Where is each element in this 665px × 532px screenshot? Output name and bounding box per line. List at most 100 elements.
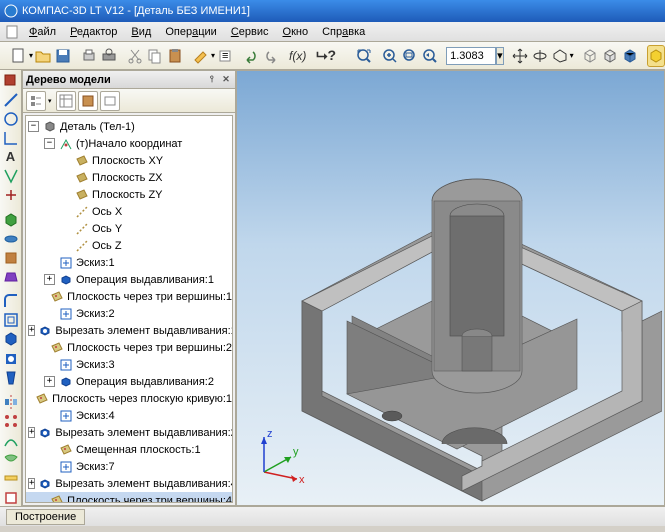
- tree-mode-2-button[interactable]: [56, 91, 76, 111]
- panel-header: Дерево модели ⫯ ✕: [23, 71, 235, 89]
- zoom-input[interactable]: [446, 47, 496, 65]
- menu-operations[interactable]: Операции: [158, 24, 223, 40]
- tree-item-9[interactable]: Эскиз:4: [26, 407, 232, 424]
- tree-item-11[interactable]: Смещенная плоскость:1: [26, 441, 232, 458]
- curve-tool[interactable]: [2, 432, 20, 449]
- zoom-window-button[interactable]: [401, 45, 419, 67]
- zoom-dropdown-button[interactable]: ▾: [496, 47, 504, 65]
- new-doc-button[interactable]: [10, 45, 28, 67]
- title-bar: КОМПАС-3D LT V12 - [Деталь БЕЗ ИМЕНИ1]: [0, 0, 665, 22]
- tree-item-3[interactable]: Эскиз:2: [26, 305, 232, 322]
- pattern-tool[interactable]: [2, 413, 20, 430]
- tree-plane-5[interactable]: Ось Z: [26, 237, 232, 254]
- tree-item-1[interactable]: +Операция выдавливания:1: [26, 271, 232, 288]
- panel-pin-button[interactable]: ⫯: [206, 74, 218, 86]
- tree-item-4[interactable]: +Вырезать элемент выдавливания:1: [26, 322, 232, 339]
- menu-window[interactable]: Окно: [276, 24, 316, 40]
- tree-item-7[interactable]: +Операция выдавливания:2: [26, 373, 232, 390]
- edit-tool[interactable]: [2, 72, 20, 89]
- zoom-in-button[interactable]: [381, 45, 399, 67]
- tree-item-10[interactable]: +Вырезать элемент выдавливания:2: [26, 424, 232, 441]
- tree-mode-4-button[interactable]: [100, 91, 120, 111]
- fillet-tool[interactable]: [2, 293, 20, 310]
- svg-text:≡: ≡: [222, 50, 228, 62]
- left-toolbar: A: [0, 70, 22, 506]
- hidden-lines-button[interactable]: [601, 45, 619, 67]
- tree-plane-2[interactable]: Плоскость ZY: [26, 186, 232, 203]
- copy-button[interactable]: [146, 45, 164, 67]
- rotate-button[interactable]: [531, 45, 549, 67]
- revolve-tool[interactable]: [2, 230, 20, 247]
- panel-toolbar: ▾: [23, 89, 235, 113]
- svg-text:y: y: [293, 446, 299, 458]
- main-toolbar: ▾ ▾ ≡ f(x) ⮡? ▾ ▾: [0, 42, 665, 70]
- tree-item-6[interactable]: Эскиз:3: [26, 356, 232, 373]
- help-pointer-button[interactable]: ⮡?: [315, 45, 337, 67]
- status-bar: Построение: [0, 506, 665, 526]
- menu-bar: Файл Редактор Вид Операции Сервис Окно С…: [0, 22, 665, 42]
- model-tree[interactable]: −Деталь (Тел-1)−(т)Начало координатПлоск…: [25, 115, 233, 503]
- loft-tool[interactable]: [2, 268, 20, 285]
- mirror-tool[interactable]: [2, 394, 20, 411]
- menu-file[interactable]: Файл: [22, 24, 63, 40]
- menu-service[interactable]: Сервис: [224, 24, 276, 40]
- surface-tool[interactable]: [2, 451, 20, 468]
- menu-help[interactable]: Справка: [315, 24, 372, 40]
- tree-item-8[interactable]: Плоскость через плоскую кривую:1: [26, 390, 232, 407]
- sketch-tool[interactable]: [2, 489, 20, 506]
- shell-tool[interactable]: [2, 312, 20, 329]
- orient-button[interactable]: [551, 45, 569, 67]
- menu-edit[interactable]: Редактор: [63, 24, 124, 40]
- open-button[interactable]: [34, 45, 52, 67]
- zoom-fit-button[interactable]: [355, 45, 373, 67]
- svg-text:x: x: [299, 474, 305, 486]
- tree-item-0[interactable]: Эскиз:1: [26, 254, 232, 271]
- window-title: КОМПАС-3D LT V12 - [Деталь БЕЗ ИМЕНИ1]: [22, 5, 250, 17]
- tree-item-5[interactable]: Плоскость через три вершины:2: [26, 339, 232, 356]
- move-button[interactable]: [511, 45, 529, 67]
- arc-tool[interactable]: [2, 129, 20, 146]
- 3d-viewport[interactable]: x y z: [236, 70, 665, 506]
- menu-view[interactable]: Вид: [124, 24, 158, 40]
- perspective-button[interactable]: [647, 45, 665, 67]
- status-mode: Построение: [6, 509, 85, 525]
- tree-plane-4[interactable]: Ось Y: [26, 220, 232, 237]
- symbol-tool[interactable]: [2, 186, 20, 203]
- undo-button[interactable]: [242, 45, 260, 67]
- shaded-button[interactable]: [621, 45, 639, 67]
- zoom-prev-button[interactable]: [421, 45, 439, 67]
- measure-tool[interactable]: [2, 470, 20, 487]
- variables-button[interactable]: ≡: [216, 45, 234, 67]
- 3d-part-model: [282, 176, 662, 506]
- tree-item-14[interactable]: Плоскость через три вершины:4: [26, 492, 232, 503]
- tree-item-13[interactable]: +Вырезать элемент выдавливания:4: [26, 475, 232, 492]
- sweep-tool[interactable]: [2, 249, 20, 266]
- hole-tool[interactable]: [2, 350, 20, 367]
- save-button[interactable]: [54, 45, 72, 67]
- extrude-tool[interactable]: [2, 211, 20, 228]
- properties-button[interactable]: [192, 45, 210, 67]
- line-tool[interactable]: [2, 91, 20, 108]
- cut-button[interactable]: [126, 45, 144, 67]
- wireframe-button[interactable]: [581, 45, 599, 67]
- dim-tool[interactable]: [2, 167, 20, 184]
- tree-root[interactable]: −Деталь (Тел-1): [26, 118, 232, 135]
- print-button[interactable]: [100, 45, 118, 67]
- print-preview-button[interactable]: [80, 45, 98, 67]
- draft-tool[interactable]: [2, 369, 20, 386]
- tree-mode-3-button[interactable]: [78, 91, 98, 111]
- tree-item-12[interactable]: Эскиз:7: [26, 458, 232, 475]
- tree-origin[interactable]: −(т)Начало координат: [26, 135, 232, 152]
- fx-button[interactable]: f(x): [288, 45, 307, 67]
- rib-tool[interactable]: [2, 331, 20, 348]
- panel-close-button[interactable]: ✕: [220, 74, 232, 86]
- text-tool[interactable]: A: [2, 148, 20, 165]
- tree-mode-1-button[interactable]: [26, 91, 46, 111]
- circle-tool[interactable]: [2, 110, 20, 127]
- tree-plane-0[interactable]: Плоскость XY: [26, 152, 232, 169]
- tree-plane-3[interactable]: Ось X: [26, 203, 232, 220]
- tree-item-2[interactable]: Плоскость через три вершины:1: [26, 288, 232, 305]
- tree-plane-1[interactable]: Плоскость ZX: [26, 169, 232, 186]
- redo-button[interactable]: [262, 45, 280, 67]
- paste-button[interactable]: [166, 45, 184, 67]
